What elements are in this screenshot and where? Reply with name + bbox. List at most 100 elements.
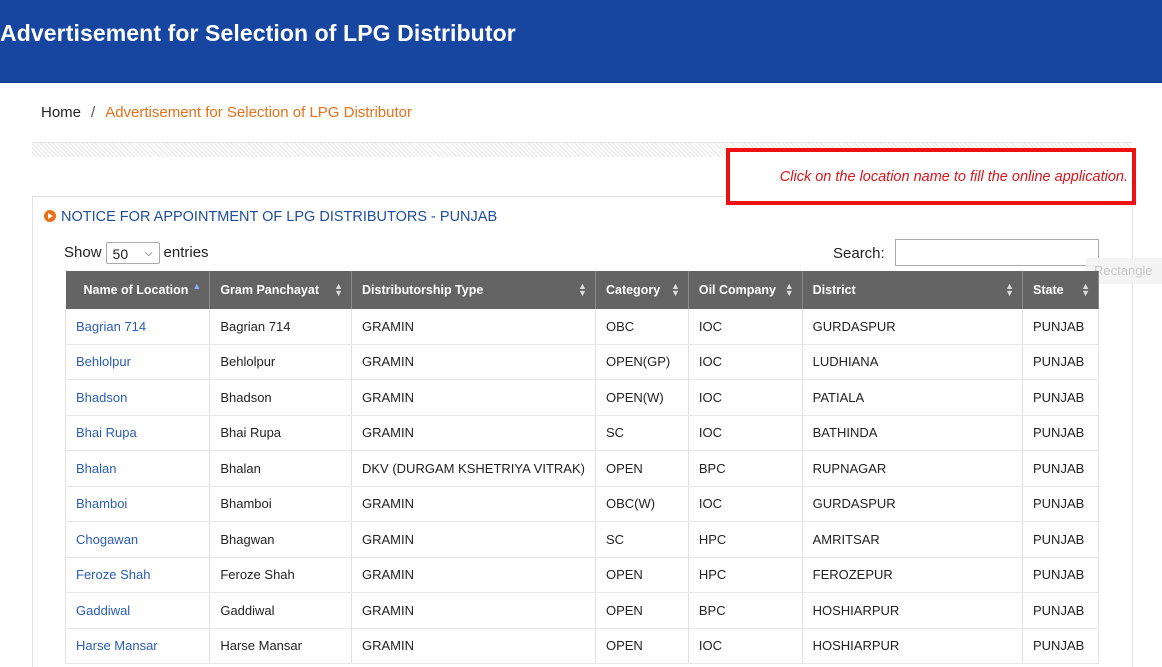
state-cell: PUNJAB	[1022, 521, 1099, 558]
category-cell: SC	[595, 415, 689, 451]
table-row: Bhadson Bhadson GRAMIN OPEN(W) IOC PATIALA PUN…	[64, 379, 1099, 416]
district-cell: PATIALA	[802, 379, 1024, 416]
entries-length-control: Show 50 ⌵ entries	[64, 242, 209, 264]
gram-panchayat-cell: Bhadson	[209, 379, 352, 416]
oil-company-cell: IOC	[688, 486, 803, 522]
column-header-label: Distributorship Type	[362, 283, 484, 297]
gram-panchayat-cell: Behlolpur	[209, 344, 352, 380]
oil-company-cell: IOC	[688, 379, 803, 416]
category-cell: OBC(W)	[595, 486, 689, 522]
distributorship-type-cell: GRAMIN	[351, 344, 596, 380]
district-cell: RUPNAGAR	[802, 450, 1024, 487]
state-cell: PUNJAB	[1022, 415, 1099, 451]
gram-panchayat-cell: Bagrian 714	[209, 309, 352, 345]
breadcrumb-home-link[interactable]: Home	[41, 104, 81, 121]
oil-company-cell: IOC	[688, 344, 803, 380]
distributorship-type-cell: GRAMIN	[351, 592, 596, 629]
entries-select[interactable]: 50 ⌵	[105, 242, 160, 264]
column-header-category[interactable]: Category ▲ ▼	[595, 271, 689, 309]
location-cell: Feroze Shah	[64, 557, 211, 593]
category-cell: OBC	[595, 309, 689, 345]
location-link[interactable]: Feroze Shah	[76, 567, 150, 582]
oil-company-cell: IOC	[688, 415, 803, 451]
column-header-gram-panchayat[interactable]: Gram Panchayat ▲ ▼	[209, 271, 352, 309]
table-row: Harse Mansar Harse Mansar GRAMIN OPEN IOC HOS…	[64, 628, 1099, 664]
distributorship-type-cell: GRAMIN	[351, 557, 596, 593]
distributorship-type-cell: GRAMIN	[351, 628, 596, 664]
state-cell: PUNJAB	[1022, 379, 1099, 416]
column-header-location[interactable]: Name of Location ▲	[65, 271, 211, 309]
gram-panchayat-cell: Gaddiwal	[209, 592, 352, 629]
category-cell: OPEN	[595, 450, 689, 487]
district-cell: GURDASPUR	[802, 309, 1024, 345]
category-cell: SC	[595, 521, 689, 558]
oil-company-cell: BPC	[688, 592, 803, 629]
column-header-label: Oil Company	[698, 283, 776, 297]
distributorship-type-cell: GRAMIN	[351, 379, 596, 416]
district-cell: HOSHIARPUR	[802, 628, 1024, 664]
state-cell: PUNJAB	[1022, 344, 1099, 380]
chevron-down-icon: ⌵	[144, 248, 153, 259]
state-cell: PUNJAB	[1022, 486, 1099, 522]
entries-label: entries	[163, 243, 209, 261]
column-header-label: Gram Panchayat	[220, 283, 319, 297]
show-label: Show	[64, 243, 102, 261]
sort-asc-icon: ▲	[192, 281, 202, 291]
column-header-label: State	[1033, 283, 1064, 297]
section-title: NOTICE FOR APPOINTMENT OF LPG DISTRIBUTO…	[44, 209, 497, 225]
location-link[interactable]: Gaddiwal	[76, 603, 130, 618]
entries-select-value: 50	[112, 246, 129, 262]
page-title: Advertisement for Selection of LPG Distr…	[0, 20, 516, 46]
column-header-district[interactable]: District ▲ ▼	[802, 271, 1024, 309]
location-link[interactable]: Bagrian 714	[76, 319, 146, 334]
location-link[interactable]: Behlolpur	[76, 354, 131, 369]
district-cell: HOSHIARPUR	[802, 592, 1024, 629]
notice-highlight-box: Click on the location name to fill the o…	[726, 148, 1136, 205]
sort-icon: ▲ ▼	[578, 281, 587, 298]
gram-panchayat-cell: Bhagwan	[209, 521, 352, 558]
district-cell: AMRITSAR	[802, 521, 1024, 558]
location-link[interactable]: Chogawan	[76, 532, 138, 547]
location-cell: Bhai Rupa	[64, 415, 211, 451]
section-title-text: NOTICE FOR APPOINTMENT OF LPG DISTRIBUTO…	[61, 209, 498, 225]
location-link[interactable]: Bhamboi	[76, 496, 127, 511]
table-header-row: Name of Location ▲ Gram Panchayat ▲ ▼ Distr…	[65, 271, 1099, 309]
state-cell: PUNJAB	[1022, 557, 1099, 593]
table-row: Chogawan Bhagwan GRAMIN SC HPC AMRITSAR PUNJAB	[64, 521, 1099, 558]
breadcrumb-current: Advertisement for Selection of LPG Distr…	[105, 104, 412, 121]
search-input[interactable]	[895, 239, 1099, 266]
location-link[interactable]: Harse Mansar	[76, 638, 158, 653]
sort-icon: ▲ ▼	[334, 281, 343, 298]
table-row: Gaddiwal Gaddiwal GRAMIN OPEN BPC HOSHIARPUR P…	[64, 592, 1099, 629]
breadcrumb-separator: /	[91, 104, 96, 121]
sort-icon: ▲ ▼	[670, 281, 680, 298]
oil-company-cell: IOC	[688, 628, 803, 664]
table-row: Feroze Shah Feroze Shah GRAMIN OPEN HPC FEROZ…	[64, 557, 1099, 593]
location-cell: Chogawan	[64, 521, 211, 558]
column-header-label: District	[812, 283, 856, 297]
category-cell: OPEN	[595, 592, 689, 629]
column-header-distributorship-type[interactable]: Distributorship Type ▲ ▼	[351, 271, 596, 309]
play-bullet-icon	[44, 210, 56, 222]
district-cell: GURDASPUR	[802, 486, 1024, 522]
location-cell: Harse Mansar	[64, 628, 211, 664]
oil-company-cell: HPC	[688, 521, 803, 558]
gram-panchayat-cell: Bhai Rupa	[209, 415, 352, 451]
column-header-oil-company[interactable]: Oil Company ▲ ▼	[688, 271, 803, 309]
oil-company-cell: IOC	[688, 309, 803, 345]
distributorship-type-cell: GRAMIN	[351, 309, 596, 345]
gram-panchayat-cell: Feroze Shah	[209, 557, 352, 593]
breadcrumb: Home / Advertisement for Selection of LPG …	[41, 104, 412, 121]
table-row: Bhalan Bhalan DKV (DURGAM KSHETRIYA VITRAK…	[64, 450, 1099, 487]
sort-icon: ▲ ▼	[784, 281, 794, 298]
location-cell: Bagrian 714	[64, 309, 211, 345]
oil-company-cell: BPC	[688, 450, 803, 487]
column-header-state[interactable]: State ▲ ▼	[1022, 271, 1099, 309]
location-link[interactable]: Bhalan	[76, 461, 116, 476]
column-header-label: Name of Location	[83, 283, 189, 297]
distributorship-type-cell: GRAMIN	[351, 415, 596, 451]
gram-panchayat-cell: Bhalan	[209, 450, 352, 487]
table-row: Bhamboi Bhamboi GRAMIN OBC(W) IOC GURDASPUR PU…	[64, 486, 1099, 522]
location-link[interactable]: Bhai Rupa	[76, 425, 137, 440]
location-link[interactable]: Bhadson	[76, 390, 127, 405]
